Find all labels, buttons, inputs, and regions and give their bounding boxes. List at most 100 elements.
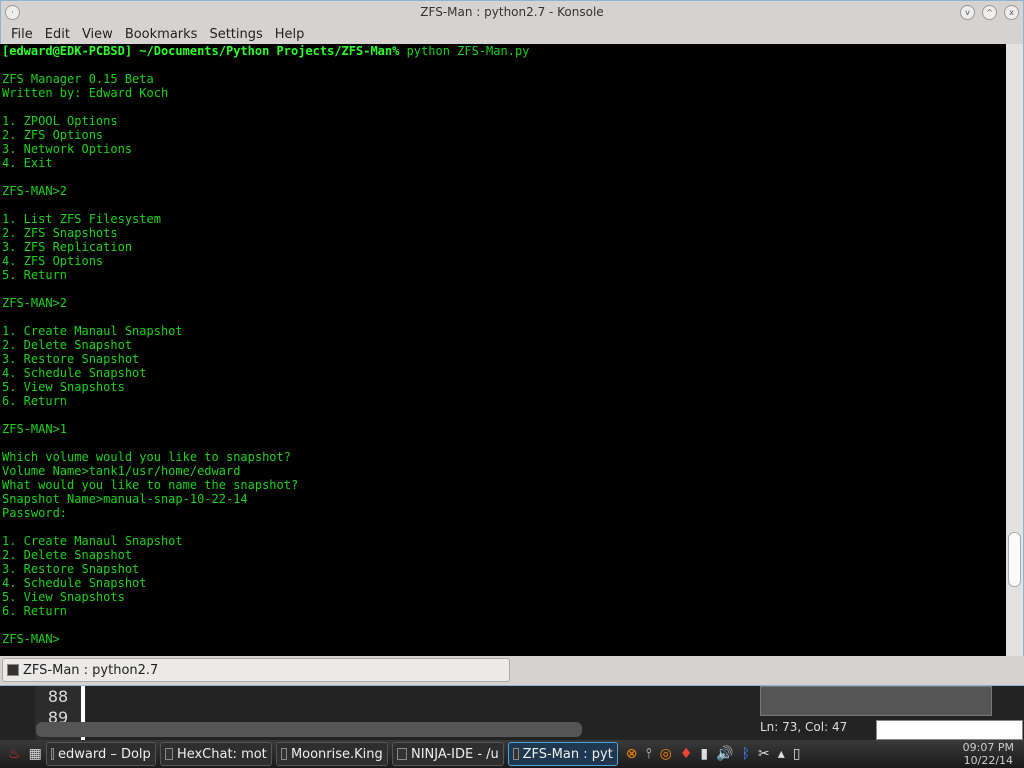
task-label: HexChat: mot — [176, 746, 267, 762]
terminal-line: 6. Return — [2, 604, 68, 618]
title-bar: · ZFS-Man : python2.7 - Konsole v ^ x — [1, 1, 1023, 23]
window-menu-icon[interactable]: · — [5, 5, 20, 20]
app-icon — [396, 748, 407, 760]
terminal-line: ZFS-MAN>2 — [2, 184, 68, 198]
window-title: ZFS-Man : python2.7 - Konsole — [420, 5, 604, 19]
terminal-icon — [512, 748, 519, 760]
app-icon — [50, 748, 54, 760]
clock-date: 10/22/14 — [963, 754, 1014, 767]
terminal-line: 1. ZPOOL Options — [2, 114, 118, 128]
terminal-line: 2. ZFS Options — [2, 128, 104, 142]
vertical-scrollbar[interactable] — [1006, 44, 1023, 656]
menu-bar: File Edit View Bookmarks Settings Help — [1, 23, 1023, 45]
menu-view[interactable]: View — [76, 27, 119, 42]
menu-settings[interactable]: Settings — [203, 27, 268, 42]
command-text: python ZFS-Man.py — [399, 44, 530, 58]
maximize-button[interactable]: ^ — [982, 5, 997, 20]
task-label: edward – Dolp — [57, 746, 151, 762]
tab-zfs-man[interactable]: ZFS-Man : python2.7 — [2, 658, 510, 682]
minimize-button[interactable]: v — [960, 5, 975, 20]
task-zfs-man[interactable]: ZFS-Man : pyt — [507, 742, 618, 766]
scrollbar-thumb[interactable] — [1008, 532, 1021, 587]
terminal-line: ZFS Manager 0.15 Beta — [2, 72, 154, 86]
terminal-line: 3. Network Options — [2, 142, 133, 156]
terminal-line: 2. Delete Snapshot — [2, 338, 133, 352]
terminal-line: 3. Restore Snapshot — [2, 562, 140, 576]
tab-label: ZFS-Man : python2.7 — [23, 662, 159, 678]
terminal-line: Written by: Edward Koch — [2, 86, 169, 100]
desktop-pager-icon[interactable]: ▦ — [29, 746, 42, 762]
terminal-line: 5. Return — [2, 268, 68, 282]
menu-edit[interactable]: Edit — [39, 27, 76, 42]
volume-icon[interactable]: 🔊 — [716, 746, 733, 762]
terminal-icon — [7, 664, 19, 676]
task-moonrise[interactable]: Moonrise.King — [275, 742, 388, 766]
terminal-line: What would you like to name the snapshot… — [2, 478, 299, 492]
terminal-line: ZFS-MAN>2 — [2, 296, 68, 310]
cursor-position: Ln: 73, Col: 47 — [760, 720, 848, 734]
close-button[interactable]: x — [1004, 5, 1019, 20]
terminal-line: 1. List ZFS Filesystem — [2, 212, 161, 226]
terminal-line: 4. Exit — [2, 156, 53, 170]
terminal-line: 4. Schedule Snapshot — [2, 576, 147, 590]
clock[interactable]: 09:07 PM 10/22/14 — [963, 741, 1014, 767]
terminal-line: Which volume would you like to snapshot? — [2, 450, 291, 464]
terminal-line: ZFS-MAN>1 — [2, 422, 68, 436]
background-combo[interactable] — [876, 720, 1023, 740]
terminal-line: 4. Schedule Snapshot — [2, 366, 147, 380]
terminal-line: Password: — [2, 506, 68, 520]
app-icon — [280, 748, 287, 760]
bluetooth-icon[interactable]: ᛒ — [742, 746, 750, 762]
task-ninja-ide[interactable]: NINJA-IDE - /u — [391, 742, 504, 766]
task-label: ZFS-Man : pyt — [522, 746, 613, 762]
task-dolphin[interactable]: edward – Dolp — [45, 742, 156, 766]
hexchat-tray-icon[interactable]: ⊗ — [626, 746, 638, 762]
horizontal-scrollbar[interactable] — [36, 722, 582, 737]
task-label: Moonrise.King — [290, 746, 383, 762]
menu-help[interactable]: Help — [269, 27, 311, 42]
terminal-line: 5. View Snapshots — [2, 380, 125, 394]
task-hexchat[interactable]: HexChat: mot — [159, 742, 272, 766]
pcbsd-menu-icon[interactable]: ♨ — [8, 746, 21, 762]
terminal-line: 6. Return — [2, 394, 68, 408]
terminal-line: 2. Delete Snapshot — [2, 548, 133, 562]
menu-bookmarks[interactable]: Bookmarks — [119, 27, 204, 42]
terminal-line: 5. View Snapshots — [2, 590, 125, 604]
terminal-line: 1. Create Manaul Snapshot — [2, 534, 183, 548]
usb-icon[interactable]: ⫯ — [646, 746, 652, 762]
command-line: [edward@EDK-PCBSD] ~/Documents/Python Pr… — [2, 44, 1006, 58]
update-icon[interactable]: ♦ — [680, 746, 693, 762]
terminal-line: 3. ZFS Replication — [2, 240, 133, 254]
terminal-line: 3. Restore Snapshot — [2, 352, 140, 366]
tab-bar: ZFS-Man : python2.7 — [0, 656, 1024, 685]
battery-icon[interactable]: ▯ — [793, 746, 801, 762]
lifebuoy-icon[interactable]: ◎ — [660, 746, 672, 762]
clock-time: 09:07 PM — [962, 741, 1014, 754]
terminal-line: Volume Name>tank1/usr/home/edward — [2, 464, 241, 478]
terminal-line: 1. Create Manaul Snapshot — [2, 324, 183, 338]
terminal-line: ZFS-MAN> — [2, 632, 60, 646]
terminal-line: Snapshot Name>manual-snap-10-22-14 — [2, 492, 248, 506]
taskbar: ♨ ▦ edward – Dolp HexChat: mot Moonrise.… — [0, 740, 1024, 768]
shell-prompt: [edward@EDK-PCBSD] ~/Documents/Python Pr… — [2, 44, 400, 58]
app-icon — [164, 748, 173, 760]
terminal-line: 2. ZFS Snapshots — [2, 226, 118, 240]
menu-file[interactable]: File — [5, 27, 39, 42]
line-number: 88 — [47, 687, 69, 706]
terminal-output[interactable]: [edward@EDK-PCBSD] ~/Documents/Python Pr… — [0, 44, 1006, 656]
network-icon[interactable]: ▮ — [700, 746, 708, 762]
tray-expand-icon[interactable]: ▴ — [778, 746, 785, 762]
task-label: NINJA-IDE - /u — [410, 746, 499, 762]
scissors-icon[interactable]: ✂ — [758, 746, 770, 762]
background-panel — [760, 686, 992, 716]
